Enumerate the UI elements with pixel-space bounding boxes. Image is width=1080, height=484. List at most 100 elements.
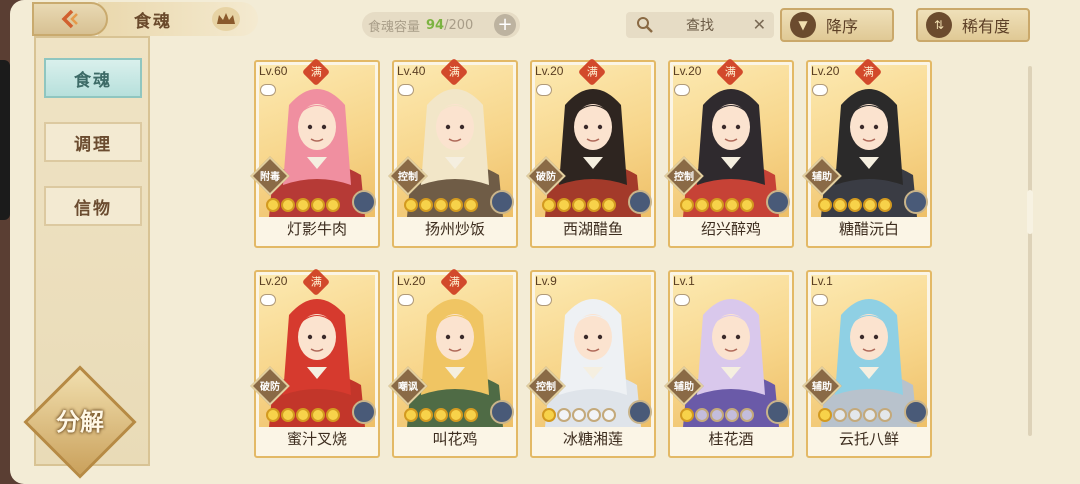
star-icon: [404, 408, 418, 422]
star-icon: [587, 408, 601, 422]
star-icon: [266, 198, 280, 212]
star-icon: [572, 408, 586, 422]
scrollbar-thumb[interactable]: [1027, 190, 1033, 234]
food-soul-card[interactable]: Lv.9 控制冰糖湘莲: [526, 270, 656, 458]
star-icon: [863, 408, 877, 422]
tab-label: 食魂: [74, 70, 112, 91]
tab-cooking[interactable]: 调理: [44, 122, 142, 162]
tab-food-soul[interactable]: 食魂: [44, 58, 142, 98]
card-name: 西湖醋鱼: [562, 220, 623, 238]
chat-bubble-icon: [812, 294, 828, 306]
chat-bubble-icon: [536, 294, 552, 306]
sort-rarity-label: 稀有度: [962, 17, 1011, 36]
star-icon: [557, 408, 571, 422]
star-icon: [542, 408, 556, 422]
element-medal-icon: [490, 400, 514, 424]
food-soul-card[interactable]: Lv.20 满嘲讽 叫花鸡: [388, 267, 518, 458]
capacity-label: 食魂容量: [368, 19, 421, 35]
max-badge-label: 满: [310, 65, 322, 78]
star-rating: [818, 408, 892, 422]
decompose-label[interactable]: 分解: [40, 402, 120, 437]
star-icon: [833, 198, 847, 212]
plus-icon[interactable]: +: [494, 14, 516, 36]
star-icon: [311, 198, 325, 212]
star-icon: [602, 408, 616, 422]
star-icon: [419, 198, 433, 212]
max-badge-label: 满: [448, 275, 460, 288]
chat-bubble-icon: [260, 84, 276, 96]
card-name: 冰糖湘莲: [562, 430, 623, 448]
star-icon: [464, 198, 478, 212]
max-badge-label: 满: [862, 65, 874, 78]
element-medal-icon: [628, 400, 652, 424]
rarity-icon: ⇅: [926, 12, 952, 38]
card-level: Lv.9: [535, 274, 557, 288]
sort-desc-label: 降序: [826, 17, 859, 36]
star-icon: [281, 198, 295, 212]
element-medal-icon: [490, 190, 514, 214]
star-icon: [878, 198, 892, 212]
star-icon: [602, 198, 616, 212]
back-button[interactable]: [32, 2, 108, 36]
scrollbar-track[interactable]: [1028, 66, 1032, 436]
star-icon: [557, 198, 571, 212]
back-arrow-icon: [61, 9, 78, 29]
star-icon: [695, 198, 709, 212]
star-icon: [434, 408, 448, 422]
card-level: Lv.1: [811, 274, 833, 288]
food-soul-card[interactable]: Lv.20 满辅助 糖醋沅白: [802, 57, 932, 248]
star-icon: [311, 408, 325, 422]
star-rating: [266, 408, 340, 422]
sort-rarity-button[interactable]: ⇅ 稀有度: [916, 8, 1030, 42]
star-icon: [296, 408, 310, 422]
card-name: 绍兴醉鸡: [700, 220, 761, 238]
element-medal-icon: [628, 190, 652, 214]
max-badge-label: 满: [310, 275, 322, 288]
star-icon: [449, 408, 463, 422]
star-icon: [326, 198, 340, 212]
star-icon: [878, 408, 892, 422]
star-rating: [404, 198, 478, 212]
capacity-max: /200: [444, 17, 474, 33]
star-icon: [587, 198, 601, 212]
element-medal-icon: [904, 400, 928, 424]
star-icon: [542, 198, 556, 212]
food-soul-card[interactable]: Lv.20 满破防 蜜汁叉烧: [250, 267, 380, 458]
max-badge-label: 满: [448, 65, 460, 78]
food-soul-screen: 食魂 食魂容量 94 /200 + 查找 ✕ ▼ 降序 ⇅ 稀有度 食魂 调理 …: [10, 0, 1080, 484]
chat-bubble-icon: [260, 294, 276, 306]
card-level: Lv.20: [397, 274, 426, 288]
card-level: Lv.20: [535, 64, 564, 78]
star-icon: [740, 408, 754, 422]
device-notch: [0, 60, 10, 220]
card-name: 蜜汁叉烧: [286, 430, 347, 448]
tab-token[interactable]: 信物: [44, 186, 142, 226]
food-soul-card[interactable]: Lv.1 辅助 云托八鲜: [802, 270, 932, 458]
star-icon: [710, 198, 724, 212]
food-soul-card[interactable]: Lv.40 满控制 扬州炒饭: [388, 57, 518, 248]
page-title: 食魂: [134, 11, 172, 32]
role-label: 辅助: [812, 172, 832, 183]
food-soul-card[interactable]: Lv.1 辅助 桂花酒: [664, 270, 794, 458]
sort-desc-button[interactable]: ▼ 降序: [780, 8, 894, 42]
food-soul-card[interactable]: Lv.20 满控制 绍兴醉鸡: [664, 57, 794, 248]
star-icon: [740, 198, 754, 212]
role-label: 破防: [536, 172, 556, 183]
role-label: 控制: [398, 172, 418, 183]
crown-icon[interactable]: [212, 7, 240, 31]
role-label: 附毒: [260, 172, 280, 183]
star-icon: [725, 198, 739, 212]
search-box[interactable]: 查找 ✕: [626, 12, 774, 38]
max-badge-label: 满: [724, 65, 736, 78]
sort-desc-icon: ▼: [790, 12, 816, 38]
star-icon: [680, 198, 694, 212]
star-icon: [419, 408, 433, 422]
role-label: 控制: [536, 382, 556, 393]
card-name: 桂花酒: [708, 430, 754, 448]
star-icon: [863, 198, 877, 212]
food-soul-card[interactable]: Lv.20 满破防 西湖醋鱼: [526, 57, 656, 248]
food-soul-card[interactable]: Lv.60 满附毒 灯影牛肉: [250, 57, 380, 248]
star-icon: [572, 198, 586, 212]
star-icon: [710, 408, 724, 422]
close-icon[interactable]: ✕: [753, 15, 766, 34]
